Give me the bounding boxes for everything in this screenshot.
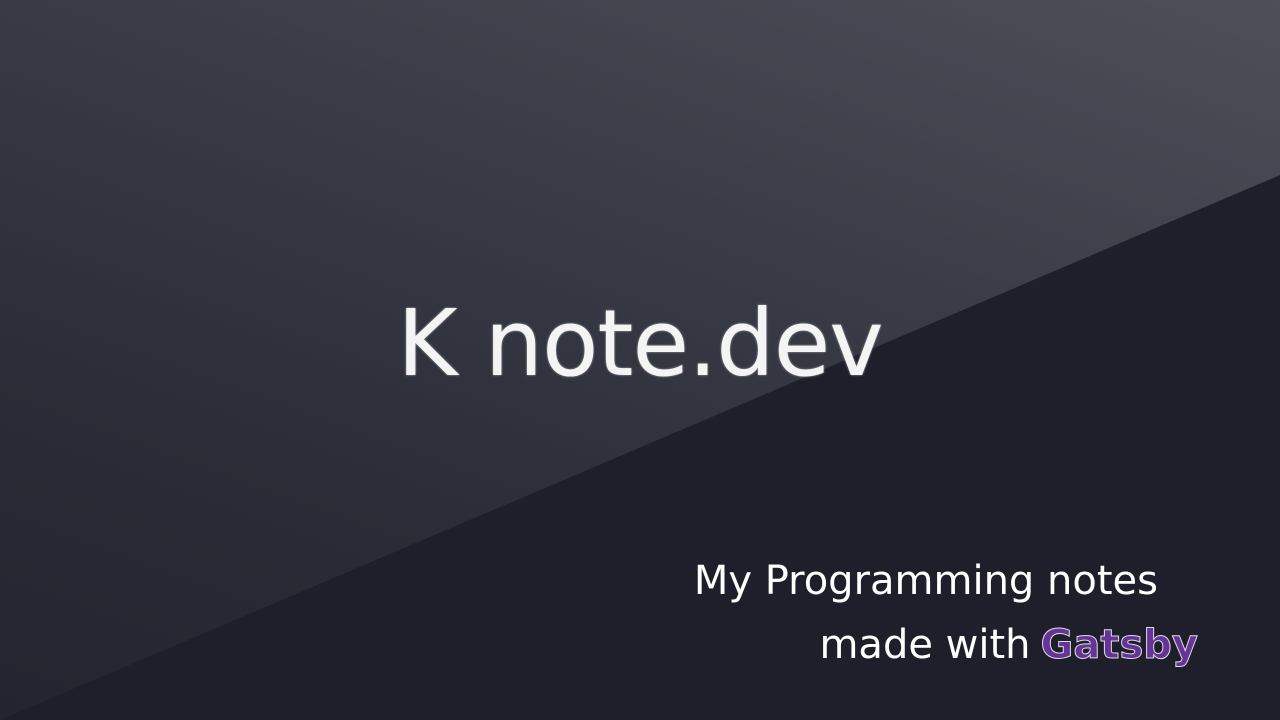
tagline-line2: made with Gatsby <box>819 622 1198 669</box>
gatsby-brand: Gatsby <box>1040 622 1198 669</box>
site-title: K note.dev <box>397 290 884 397</box>
tagline-made-with: made with <box>819 622 1031 668</box>
tagline-line1: My Programming notes <box>693 558 1158 604</box>
